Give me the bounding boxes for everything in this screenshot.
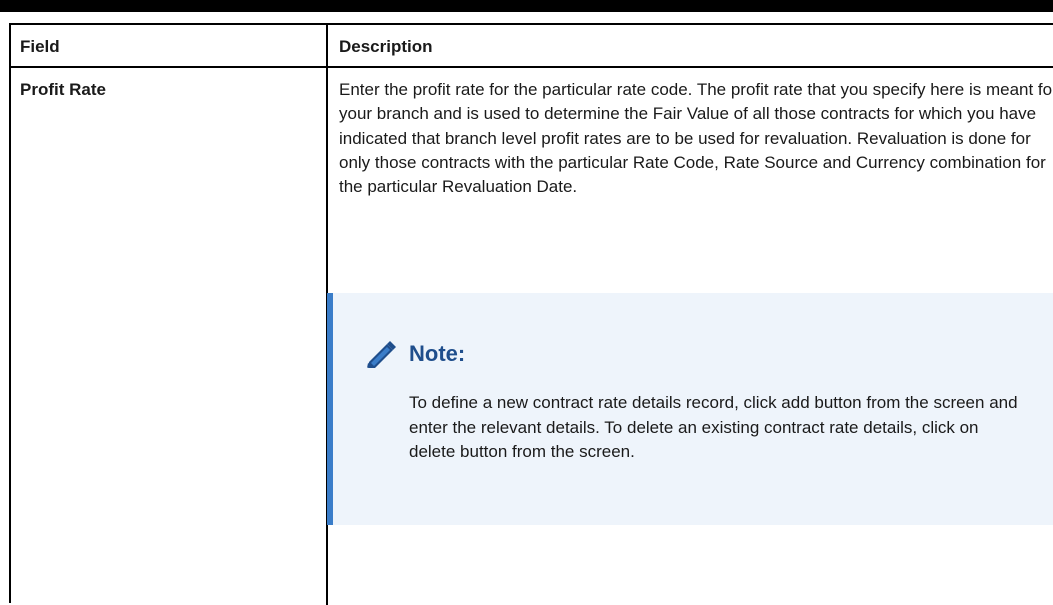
row-field-description: Enter the profit rate for the particular… (339, 80, 1053, 197)
note-callout: Note: To define a new contract rate deta… (327, 293, 1053, 525)
header-field: Field (20, 37, 60, 56)
note-body-text: To define a new contract rate details re… (409, 393, 1018, 461)
header-description: Description (339, 37, 433, 56)
pencil-icon (367, 341, 396, 368)
top-rule (0, 0, 1053, 12)
note-title: Note: (409, 341, 466, 366)
table-header-row: Field Description (11, 25, 1053, 68)
row-field-name: Profit Rate (20, 80, 106, 99)
